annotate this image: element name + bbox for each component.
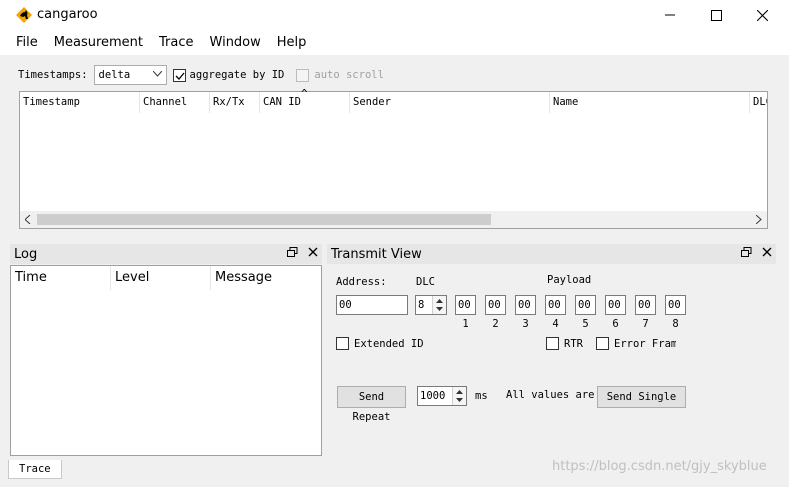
payload-byte-7[interactable]: 00 [635,295,656,315]
dlc-value: 8 [418,299,425,311]
scroll-left-icon[interactable] [25,215,31,224]
transmit-title: Transmit View [331,246,422,262]
rtr-checkbox[interactable] [546,337,559,350]
float-icon[interactable] [741,247,752,258]
trace-toolbar: Timestamps: delta aggregate by ID auto s… [10,63,384,87]
spin-up-icon[interactable] [433,297,446,305]
menu-window[interactable]: Window [202,35,269,50]
close-button[interactable] [739,0,785,30]
trace-table-header: Timestamp Channel Rx/Tx CAN ID ^ Sender … [20,87,767,113]
repeat-interval-spinbox[interactable]: 1000 [417,386,467,406]
float-icon[interactable] [287,247,298,258]
byte-index-1: 1 [462,318,469,330]
maximize-icon [710,9,722,21]
extended-id-label: Extended ID [354,338,424,350]
all-values-label: All values are i [506,389,598,401]
log-title: Log [14,246,38,262]
column-channel[interactable]: Channel [140,92,210,113]
extended-id-checkbox[interactable] [336,337,349,350]
aggregate-label: aggregate by ID [189,69,285,81]
column-sender[interactable]: Sender [350,92,550,113]
timestamps-select[interactable]: delta [93,65,167,85]
byte-index-3: 3 [522,318,529,330]
byte-index-4: 4 [552,318,559,330]
repeat-interval-value: 1000 [420,390,446,402]
minimize-icon [665,14,675,16]
check-icon [175,72,185,80]
rtr-label: RTR [564,338,583,350]
dlc-label: DLC [416,276,435,288]
menu-file[interactable]: File [8,35,46,50]
payload-byte-2[interactable]: 00 [485,295,506,315]
close-dock-icon[interactable] [762,247,772,257]
watermark: https://blog.csdn.net/gjy_skyblue [552,459,767,474]
error-frame-label: Error Fram [614,338,676,350]
menu-trace[interactable]: Trace [151,35,202,50]
log-column-level[interactable]: Level [111,266,211,290]
sort-ascending-icon: ^ [301,87,308,100]
close-dock-icon[interactable] [308,247,318,257]
payload-byte-5[interactable]: 00 [575,295,596,315]
log-table[interactable]: Time Level Message [10,265,322,456]
address-input[interactable]: 00 [336,295,408,315]
autoscroll-checkbox[interactable] [296,68,310,82]
column-timestamp[interactable]: Timestamp [20,92,140,113]
tab-trace[interactable]: Trace [8,460,62,479]
menu-bar: File Measurement Trace Window Help [0,30,789,55]
column-dlc[interactable]: DLC [750,92,767,113]
log-column-time[interactable]: Time [11,266,111,290]
payload-label: Payload [547,274,592,286]
spin-up-icon[interactable] [453,388,466,396]
address-value: 00 [339,299,352,311]
chevron-down-icon [152,71,162,77]
timestamps-label: Timestamps: [18,69,88,81]
payload-byte-3[interactable]: 00 [515,295,536,315]
close-icon [756,9,768,21]
transmit-dock-title: Transmit View [327,244,776,264]
horizontal-scrollbar[interactable] [20,211,767,228]
address-label: Address: [336,276,387,288]
byte-index-8: 8 [672,318,679,330]
payload-byte-6[interactable]: 00 [605,295,626,315]
byte-index-6: 6 [612,318,619,330]
payload-byte-4[interactable]: 00 [545,295,566,315]
trace-table[interactable]: Timestamp Channel Rx/Tx CAN ID ^ Sender … [19,87,768,229]
autoscroll-label: auto scroll [314,69,384,81]
ms-label: ms [475,390,488,402]
scrollbar-thumb[interactable] [37,214,491,225]
kangaroo-app-icon [16,7,32,23]
error-frame-checkbox[interactable] [596,337,609,350]
column-name[interactable]: Name [550,92,750,113]
menu-help[interactable]: Help [269,35,315,50]
spin-down-icon[interactable] [433,305,446,313]
log-dock-title: Log [10,244,322,264]
payload-byte-1[interactable]: 00 [455,295,476,315]
send-repeat-button[interactable]: Send Repeat [337,386,406,423]
byte-index-5: 5 [582,318,589,330]
menu-measurement[interactable]: Measurement [46,35,151,50]
minimize-button[interactable] [647,0,693,30]
repeat-spin-buttons[interactable] [452,387,466,405]
byte-index-2: 2 [492,318,499,330]
maximize-button[interactable] [693,0,739,30]
dlc-spin-buttons[interactable] [432,296,446,314]
spin-down-icon[interactable] [453,396,466,404]
title-bar: cangaroo [0,0,789,30]
aggregate-checkbox[interactable] [172,68,186,82]
dlc-spinbox[interactable]: 8 [415,295,447,315]
byte-index-7: 7 [642,318,649,330]
payload-byte-8[interactable]: 00 [665,295,686,315]
column-rxtx[interactable]: Rx/Tx [210,92,260,113]
send-single-button[interactable]: Send Single [597,386,686,408]
timestamps-value: delta [98,69,131,81]
window-title: cangaroo [37,7,98,22]
log-column-message[interactable]: Message [211,266,321,290]
scroll-right-icon[interactable] [756,215,762,224]
